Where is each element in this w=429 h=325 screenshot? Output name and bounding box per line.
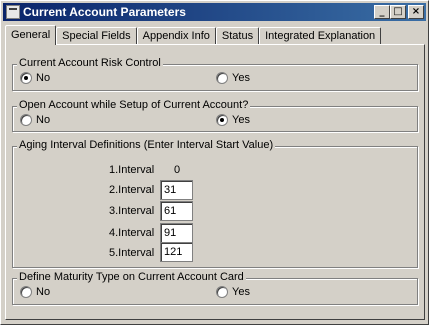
tab-integrated-explanation[interactable]: Integrated Explanation bbox=[259, 27, 382, 45]
interval-5-input[interactable]: 121 bbox=[160, 242, 193, 262]
maturity-no-radio[interactable]: No bbox=[20, 286, 50, 298]
interval-3-label: 3.Interval bbox=[109, 205, 155, 217]
radio-label: Yes bbox=[232, 72, 250, 84]
window-title: Current Account Parameters bbox=[23, 5, 186, 19]
tab-appendix-info[interactable]: Appendix Info bbox=[136, 27, 216, 45]
aging-intervals-group: Aging Interval Definitions (Enter Interv… bbox=[12, 139, 418, 268]
interval-2-input[interactable]: 31 bbox=[160, 180, 193, 200]
dialog-window: Current Account Parameters _ □ × General… bbox=[0, 0, 429, 325]
radio-indicator bbox=[20, 114, 32, 126]
tab-special-fields[interactable]: Special Fields bbox=[56, 27, 137, 45]
interval-1-value: 0 bbox=[174, 164, 181, 176]
interval-2-label: 2.Interval bbox=[109, 184, 155, 196]
title-buttons: _ □ × bbox=[374, 5, 424, 19]
tab-strip: General Special Fields Appendix Info Sta… bbox=[5, 25, 382, 45]
radio-indicator bbox=[20, 286, 32, 298]
risk-control-yes-radio[interactable]: Yes bbox=[216, 72, 250, 84]
maturity-yes-radio[interactable]: Yes bbox=[216, 286, 250, 298]
tab-general[interactable]: General bbox=[5, 25, 57, 45]
maximize-button[interactable]: □ bbox=[390, 5, 406, 19]
interval-4-input[interactable]: 91 bbox=[160, 223, 193, 243]
radio-label: No bbox=[36, 286, 51, 298]
interval-3-input[interactable]: 61 bbox=[160, 201, 193, 221]
interval-4-label: 4.Interval bbox=[109, 227, 155, 239]
risk-control-title: Current Account Risk Control bbox=[17, 57, 163, 69]
open-account-no-radio[interactable]: No bbox=[20, 114, 50, 126]
aging-intervals-title: Aging Interval Definitions (Enter Interv… bbox=[17, 139, 276, 151]
title-bar[interactable]: Current Account Parameters _ □ × bbox=[3, 3, 426, 21]
radio-indicator bbox=[216, 286, 228, 298]
radio-label: Yes bbox=[232, 286, 250, 298]
radio-indicator bbox=[216, 72, 228, 84]
tab-status[interactable]: Status bbox=[215, 27, 260, 45]
maturity-type-title: Define Maturity Type on Current Account … bbox=[17, 271, 246, 283]
radio-label: No bbox=[36, 114, 51, 126]
minimize-button[interactable]: _ bbox=[374, 5, 390, 19]
open-account-title: Open Account while Setup of Current Acco… bbox=[17, 99, 251, 111]
risk-control-no-radio[interactable]: No bbox=[20, 72, 50, 84]
radio-label: No bbox=[36, 72, 51, 84]
radio-indicator bbox=[20, 72, 32, 84]
interval-1-label: 1.Interval bbox=[109, 164, 155, 176]
risk-control-group: Current Account Risk Control No Yes bbox=[12, 57, 418, 91]
radio-indicator bbox=[216, 114, 228, 126]
close-button[interactable]: × bbox=[408, 5, 424, 19]
app-icon bbox=[6, 5, 20, 19]
maturity-type-group: Define Maturity Type on Current Account … bbox=[12, 271, 418, 305]
open-account-group: Open Account while Setup of Current Acco… bbox=[12, 99, 418, 132]
radio-label: Yes bbox=[232, 114, 250, 126]
open-account-yes-radio[interactable]: Yes bbox=[216, 114, 250, 126]
interval-5-label: 5.Interval bbox=[109, 247, 155, 259]
general-tab-panel: Current Account Risk Control No Yes Open… bbox=[5, 44, 425, 320]
